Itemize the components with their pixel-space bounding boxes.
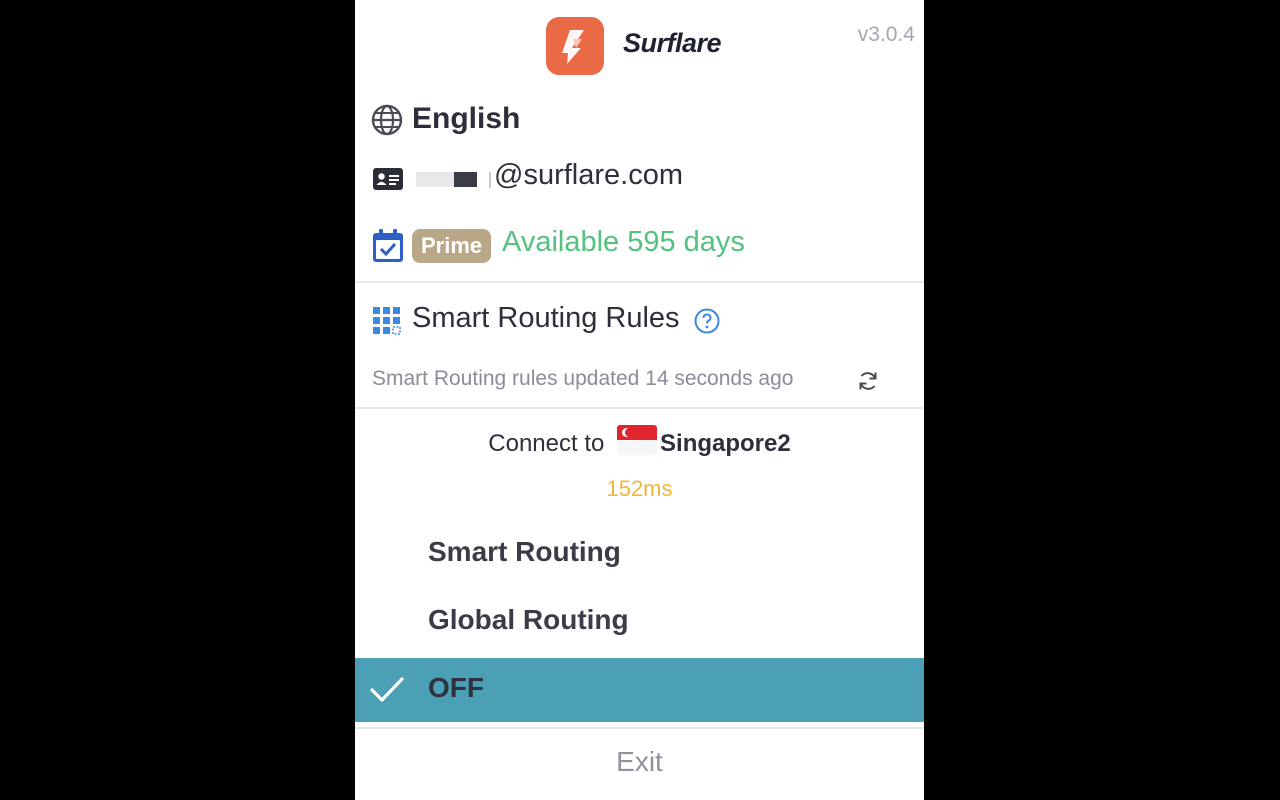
brand-name: Surflare [623, 28, 722, 58]
grid-icon [373, 307, 401, 340]
connection-target: Connect to Singapore2 [355, 425, 924, 458]
id-card-icon [373, 167, 403, 196]
surflare-menu-panel: Surflare v3.0.4 English @surflare.com Pr… [355, 0, 924, 800]
calendar-check-icon [372, 229, 404, 268]
exit-button[interactable]: Exit [355, 746, 924, 778]
language-selector[interactable]: English [412, 102, 520, 136]
plan-badge: Prime [412, 229, 492, 263]
account-email: @surflare.com [494, 159, 683, 191]
surflare-logo [546, 17, 604, 75]
rules-updated-status: Smart Routing rules updated 14 seconds a… [372, 367, 794, 390]
plan-availability: Available 595 days [502, 226, 745, 258]
singapore-flag-icon [617, 425, 658, 455]
checkmark-icon [370, 676, 404, 709]
menu-item-global-routing[interactable]: Global Routing [355, 590, 924, 654]
server-name[interactable]: Singapore2 [660, 430, 791, 457]
menu-item-smart-routing[interactable]: Smart Routing [355, 522, 924, 586]
divider [355, 281, 924, 283]
smart-routing-rules-title: Smart Routing Rules [412, 302, 680, 334]
menu-item-label: Smart Routing [428, 536, 621, 567]
menu-item-label: OFF [428, 672, 484, 703]
divider [355, 727, 924, 729]
refresh-icon[interactable] [857, 370, 879, 397]
globe-icon [371, 104, 403, 141]
email-redacted-part [416, 172, 454, 187]
email-redacted-part [454, 172, 477, 187]
connect-prefix: Connect to [488, 430, 605, 457]
help-circle-icon[interactable] [694, 308, 720, 339]
email-redacted-part [489, 172, 491, 188]
menu-item-label: Global Routing [428, 604, 629, 635]
server-latency: 152ms [606, 476, 673, 501]
divider [355, 407, 924, 409]
header: Surflare v3.0.4 [355, 0, 924, 92]
menu-item-off[interactable]: OFF [355, 658, 924, 722]
app-version: v3.0.4 [857, 23, 915, 46]
